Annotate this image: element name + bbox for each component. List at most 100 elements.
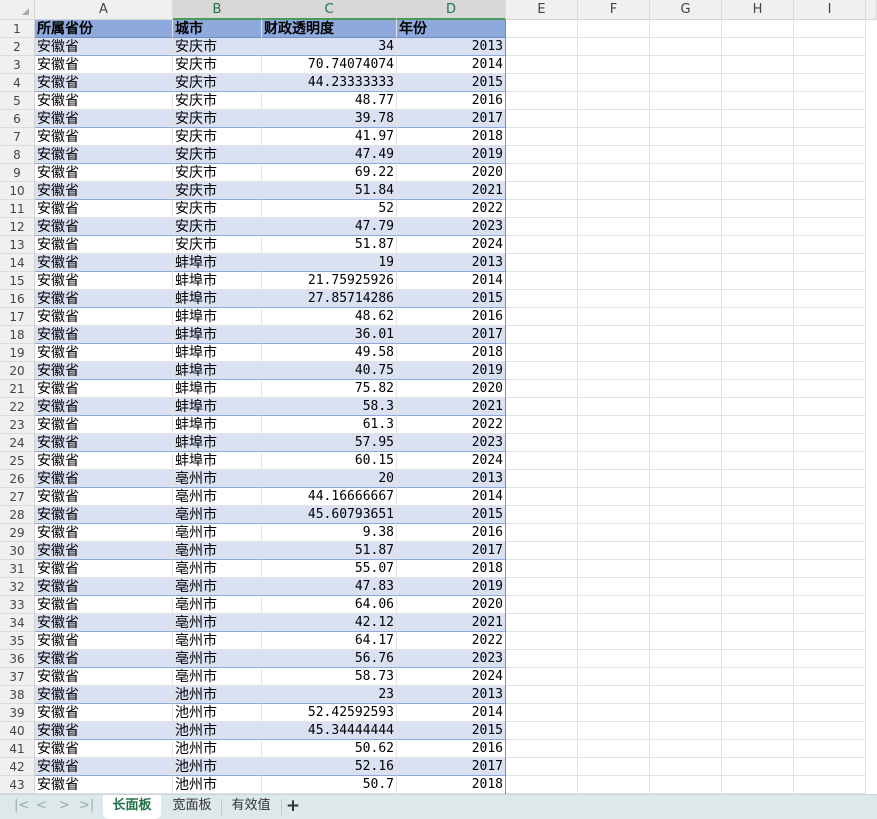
cell-province[interactable]: 安徽省 xyxy=(35,56,173,74)
cell-province[interactable]: 安徽省 xyxy=(35,452,173,470)
cell-transparency[interactable]: 44.23333333 xyxy=(262,74,397,92)
empty-cell[interactable] xyxy=(722,236,794,254)
empty-cell[interactable] xyxy=(794,722,866,740)
empty-cell[interactable] xyxy=(578,398,650,416)
empty-cell[interactable] xyxy=(650,236,722,254)
empty-cell[interactable] xyxy=(794,38,866,56)
row-header[interactable]: 16 xyxy=(0,290,35,308)
empty-cell[interactable] xyxy=(506,308,578,326)
empty-cell[interactable] xyxy=(506,596,578,614)
empty-cell[interactable] xyxy=(506,254,578,272)
cell-year[interactable]: 2023 xyxy=(397,650,506,668)
column-header-g[interactable]: G xyxy=(650,0,722,20)
cell-province[interactable]: 安徽省 xyxy=(35,434,173,452)
cell-province[interactable]: 安徽省 xyxy=(35,164,173,182)
cell-city[interactable]: 亳州市 xyxy=(173,506,262,524)
empty-cell[interactable] xyxy=(578,110,650,128)
empty-cell[interactable] xyxy=(650,272,722,290)
empty-cell[interactable] xyxy=(650,704,722,722)
empty-cell[interactable] xyxy=(506,578,578,596)
cell-year[interactable]: 2019 xyxy=(397,578,506,596)
empty-cell[interactable] xyxy=(722,200,794,218)
cell-year[interactable]: 2015 xyxy=(397,290,506,308)
empty-cell[interactable] xyxy=(506,362,578,380)
empty-cell[interactable] xyxy=(578,740,650,758)
empty-cell[interactable] xyxy=(794,704,866,722)
cell-transparency[interactable]: 52 xyxy=(262,200,397,218)
cell-year[interactable]: 2015 xyxy=(397,722,506,740)
cell-province[interactable]: 安徽省 xyxy=(35,578,173,596)
cell-year[interactable]: 2018 xyxy=(397,776,506,794)
cell-year[interactable]: 2024 xyxy=(397,452,506,470)
empty-cell[interactable] xyxy=(506,722,578,740)
cell-province[interactable]: 安徽省 xyxy=(35,524,173,542)
empty-cell[interactable] xyxy=(506,632,578,650)
row-header[interactable]: 7 xyxy=(0,128,35,146)
cell-province[interactable]: 安徽省 xyxy=(35,254,173,272)
empty-cell[interactable] xyxy=(794,128,866,146)
empty-cell[interactable] xyxy=(650,398,722,416)
cell-year[interactable]: 2016 xyxy=(397,524,506,542)
empty-cell[interactable] xyxy=(578,92,650,110)
empty-cell[interactable] xyxy=(578,524,650,542)
row-header[interactable]: 32 xyxy=(0,578,35,596)
cell-province[interactable]: 安徽省 xyxy=(35,758,173,776)
empty-cell[interactable] xyxy=(722,326,794,344)
row-header[interactable]: 29 xyxy=(0,524,35,542)
empty-cell[interactable] xyxy=(650,380,722,398)
cell-province[interactable]: 安徽省 xyxy=(35,722,173,740)
empty-cell[interactable] xyxy=(722,308,794,326)
cell-city[interactable]: 池州市 xyxy=(173,704,262,722)
row-header[interactable]: 30 xyxy=(0,542,35,560)
cell-transparency[interactable]: 64.06 xyxy=(262,596,397,614)
empty-cell[interactable] xyxy=(722,434,794,452)
cell-province[interactable]: 安徽省 xyxy=(35,128,173,146)
header-cell-year[interactable]: 年份 xyxy=(397,20,506,38)
cell-province[interactable]: 安徽省 xyxy=(35,362,173,380)
cell-city[interactable]: 池州市 xyxy=(173,776,262,794)
empty-cell[interactable] xyxy=(506,92,578,110)
empty-cell[interactable] xyxy=(794,110,866,128)
empty-cell[interactable] xyxy=(794,290,866,308)
empty-cell[interactable] xyxy=(578,686,650,704)
empty-cell[interactable] xyxy=(506,182,578,200)
row-header[interactable]: 6 xyxy=(0,110,35,128)
cell-transparency[interactable]: 55.07 xyxy=(262,560,397,578)
header-cell-city[interactable]: 城市 xyxy=(173,20,262,38)
tab-wide-panel[interactable]: 宽面板 xyxy=(163,795,221,819)
cell-province[interactable]: 安徽省 xyxy=(35,146,173,164)
row-header[interactable]: 34 xyxy=(0,614,35,632)
row-header[interactable]: 10 xyxy=(0,182,35,200)
cell-transparency[interactable]: 69.22 xyxy=(262,164,397,182)
empty-cell[interactable] xyxy=(722,290,794,308)
empty-cell[interactable] xyxy=(794,272,866,290)
cell-transparency[interactable]: 60.15 xyxy=(262,452,397,470)
cell-year[interactable]: 2021 xyxy=(397,182,506,200)
empty-cell[interactable] xyxy=(506,344,578,362)
row-header[interactable]: 26 xyxy=(0,470,35,488)
empty-cell[interactable] xyxy=(722,92,794,110)
empty-cell[interactable] xyxy=(578,56,650,74)
row-header[interactable]: 3 xyxy=(0,56,35,74)
column-header-f[interactable]: F xyxy=(578,0,650,20)
row-header[interactable]: 20 xyxy=(0,362,35,380)
cell-city[interactable]: 安庆市 xyxy=(173,164,262,182)
cell-province[interactable]: 安徽省 xyxy=(35,560,173,578)
empty-cell[interactable] xyxy=(650,740,722,758)
empty-cell[interactable] xyxy=(578,668,650,686)
cell-transparency[interactable]: 51.87 xyxy=(262,542,397,560)
cell-year[interactable]: 2014 xyxy=(397,488,506,506)
cell-year[interactable]: 2019 xyxy=(397,362,506,380)
row-header[interactable]: 9 xyxy=(0,164,35,182)
empty-cell[interactable] xyxy=(722,164,794,182)
cell-province[interactable]: 安徽省 xyxy=(35,344,173,362)
empty-cell[interactable] xyxy=(506,326,578,344)
empty-cell[interactable] xyxy=(722,344,794,362)
empty-cell[interactable] xyxy=(578,146,650,164)
column-header-a[interactable]: A xyxy=(35,0,173,20)
cell-city[interactable]: 蚌埠市 xyxy=(173,308,262,326)
empty-cell[interactable] xyxy=(722,398,794,416)
cell-year[interactable]: 2024 xyxy=(397,236,506,254)
cell-transparency[interactable]: 23 xyxy=(262,686,397,704)
empty-cell[interactable] xyxy=(578,290,650,308)
